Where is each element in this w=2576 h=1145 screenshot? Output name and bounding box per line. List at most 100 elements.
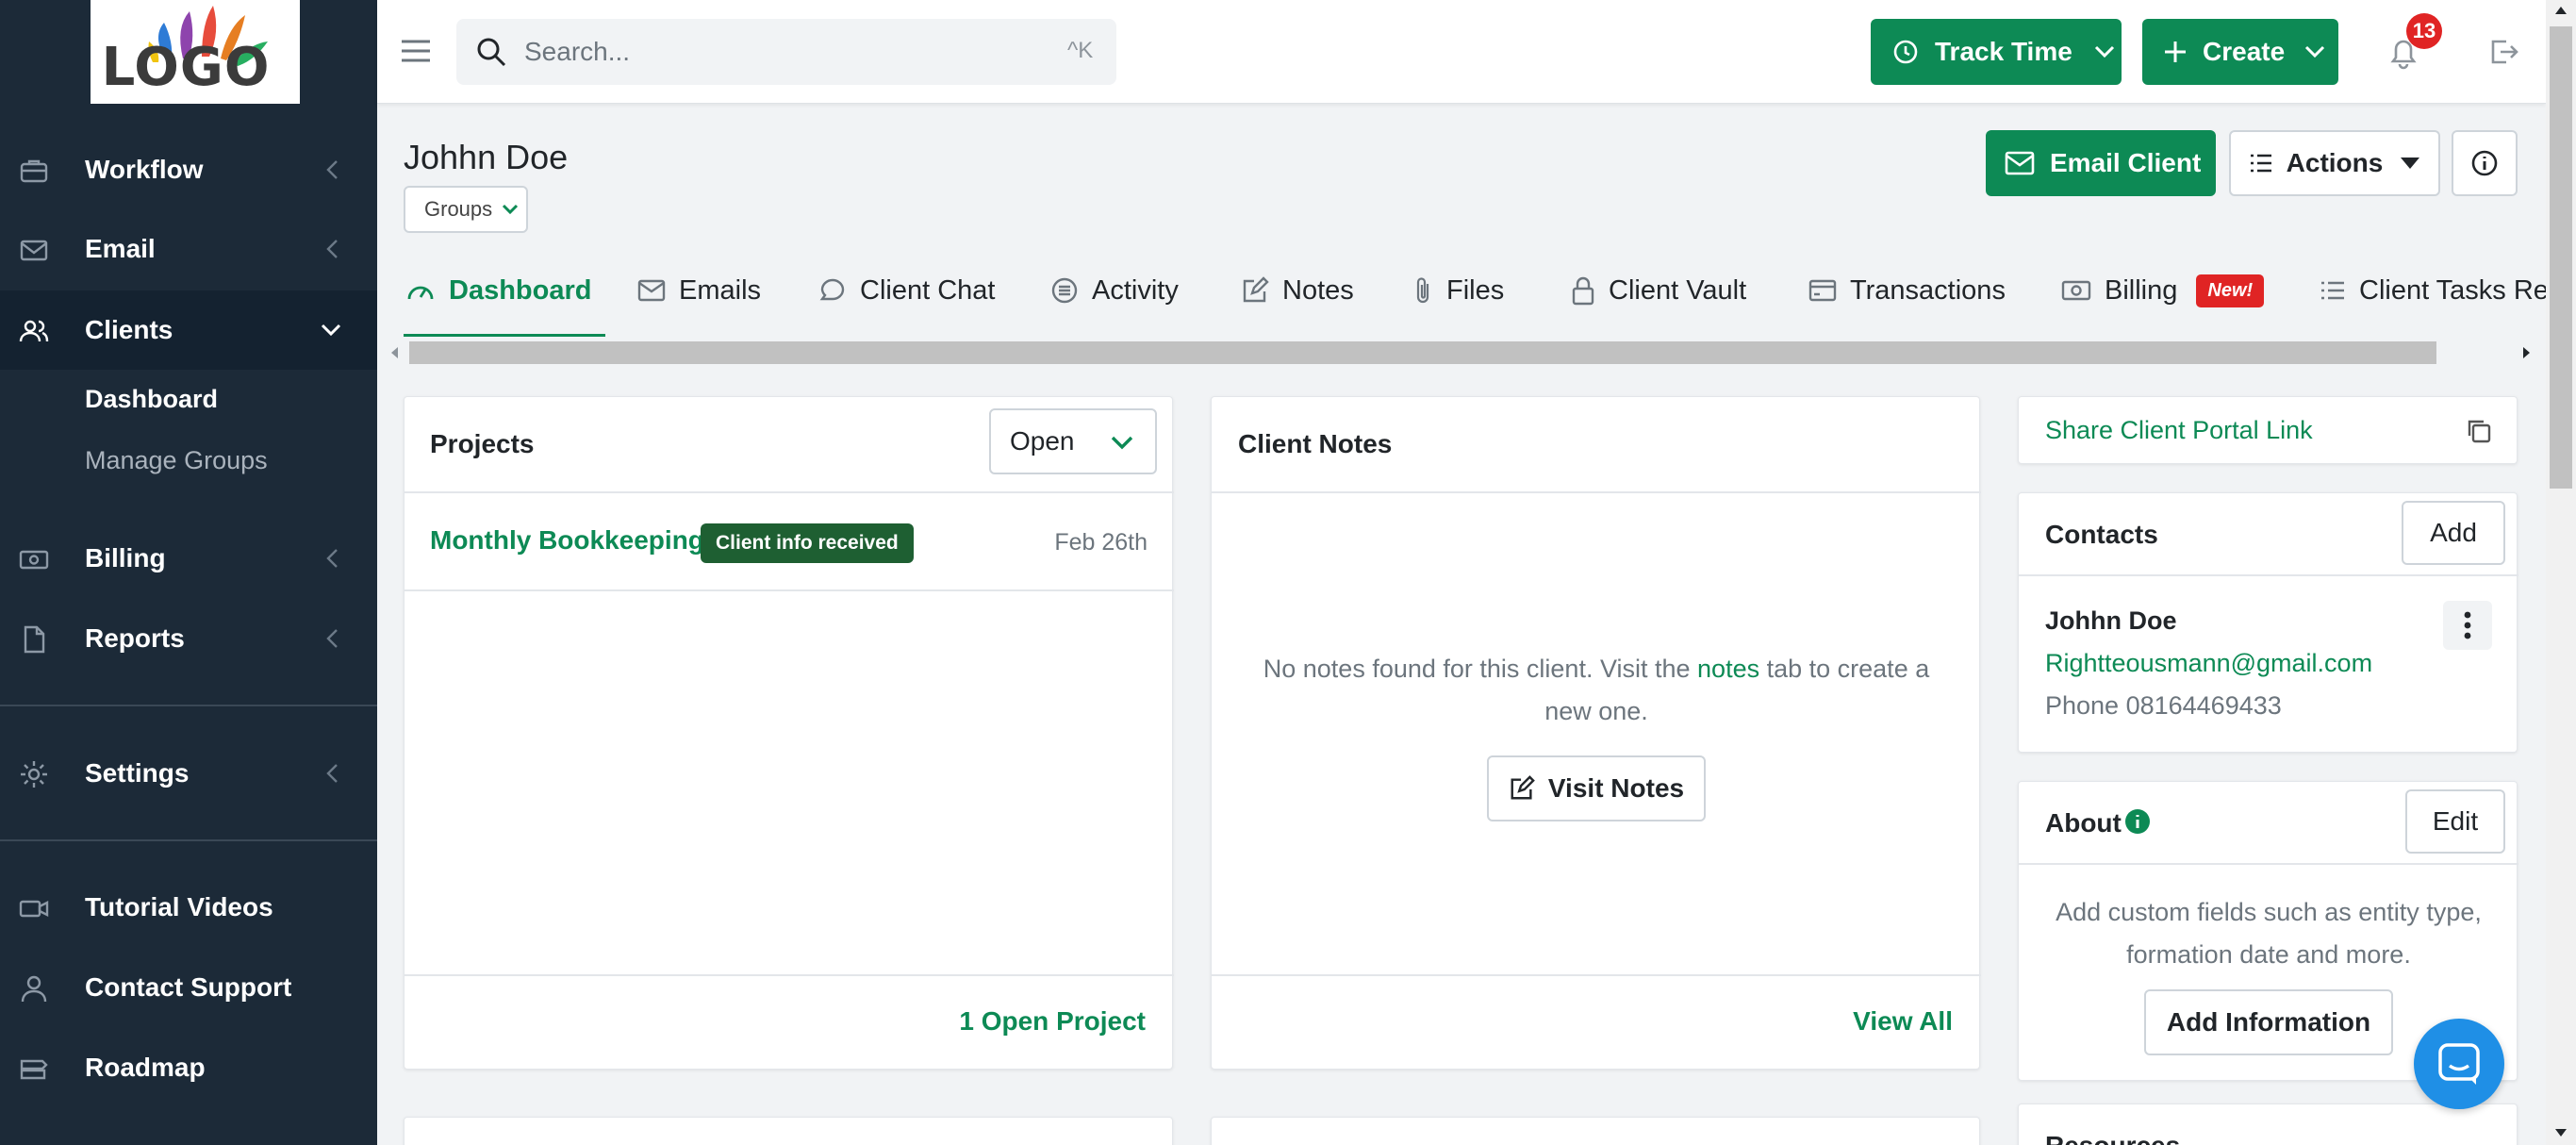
tab-label: Client Vault — [1609, 274, 1747, 306]
sidebar-subitem-dashboard[interactable]: Dashboard — [85, 385, 218, 414]
project-name-link[interactable]: Monthly Bookkeeping — [430, 525, 704, 556]
about-text-line1: Add custom fields such as entity type, — [2056, 898, 2482, 926]
paperclip-icon — [1416, 277, 1429, 304]
tab-scrollbar[interactable] — [387, 338, 2536, 368]
scroll-right-icon[interactable] — [2519, 345, 2533, 360]
create-label: Create — [2203, 37, 2286, 66]
sidebar-item-contact-support[interactable]: Contact Support — [0, 948, 377, 1027]
tab-files[interactable]: Files — [1412, 247, 1504, 334]
gauge-icon — [407, 286, 434, 300]
copy-icon[interactable] — [2466, 418, 2492, 444]
groups-dropdown[interactable]: Groups — [404, 186, 528, 233]
sidebar-item-tutorial-videos[interactable]: Tutorial Videos — [0, 868, 377, 947]
video-icon — [19, 900, 49, 918]
info-icon — [2125, 809, 2150, 834]
sidebar-item-clients[interactable]: Clients — [0, 290, 377, 370]
tab-emails[interactable]: Emails — [637, 247, 761, 334]
about-empty-text: Add custom fields such as entity type, f… — [2019, 891, 2518, 976]
clock-icon — [1893, 40, 1918, 64]
divider — [1212, 491, 1981, 493]
sidebar-item-settings[interactable]: Settings — [0, 734, 377, 813]
info-button[interactable] — [2452, 130, 2518, 196]
resources-title: Resources — [2045, 1131, 2180, 1145]
live-chat-button[interactable] — [2414, 1019, 2504, 1109]
open-projects-link[interactable]: 1 Open Project — [959, 1006, 1146, 1037]
chevron-down-icon — [1111, 436, 1133, 450]
chevron-left-icon — [326, 549, 338, 568]
edit-about-button[interactable]: Edit — [2405, 789, 2505, 854]
roadmap-icon — [20, 1059, 48, 1080]
tab-transactions[interactable]: Transactions — [1808, 247, 2006, 334]
sidebar-item-label: Email — [85, 234, 156, 263]
sidebar-subitem-manage-groups[interactable]: Manage Groups — [85, 446, 268, 475]
contact-name: Johhn Doe — [2045, 606, 2177, 635]
money-icon — [19, 550, 49, 570]
tab-dashboard[interactable]: Dashboard — [405, 247, 591, 334]
envelope-icon — [637, 279, 666, 302]
email-client-button[interactable]: Email Client — [1986, 130, 2216, 196]
notification-badge: 13 — [2406, 13, 2442, 49]
scrollbar-thumb[interactable] — [2550, 26, 2572, 489]
divider — [2019, 574, 2518, 576]
chevron-down-icon — [2094, 45, 2114, 58]
sidebar-item-label: Workflow — [85, 155, 204, 184]
table-row[interactable]: Monthly Bookkeeping Client info received… — [405, 493, 1174, 589]
notes-tab-link[interactable]: notes — [1697, 655, 1759, 683]
sidebar-divider — [0, 705, 377, 706]
visit-notes-button[interactable]: Visit Notes — [1487, 755, 1706, 821]
search-shortcut: ^K — [1067, 38, 1094, 63]
track-time-button[interactable]: Track Time — [1871, 19, 2122, 85]
list-icon — [2321, 281, 2344, 300]
file-icon — [24, 625, 45, 654]
tab-label: Activity — [1092, 274, 1179, 306]
visit-notes-label: Visit Notes — [1547, 773, 1685, 803]
tab-billing[interactable]: Billing New! — [2061, 247, 2265, 334]
projects-filter-select[interactable]: Open — [989, 408, 1157, 474]
tab-client-chat[interactable]: Client Chat — [818, 247, 995, 334]
page-scrollbar[interactable] — [2546, 0, 2576, 1145]
scroll-up-icon[interactable] — [2553, 4, 2568, 17]
search-input[interactable]: Search... — [456, 19, 1116, 85]
logout-icon[interactable] — [2489, 38, 2519, 66]
activity-icon — [1051, 277, 1078, 304]
empty-text-pre: No notes found for this client. Visit th… — [1263, 655, 1691, 683]
scroll-down-icon[interactable] — [2553, 1126, 2568, 1139]
view-all-notes-link[interactable]: View All — [1853, 1006, 1953, 1037]
envelope-icon — [20, 240, 48, 261]
scroll-left-icon[interactable] — [388, 345, 402, 360]
actions-dropdown[interactable]: Actions — [2229, 130, 2440, 196]
divider — [2019, 863, 2518, 865]
status-badge: Client info received — [701, 523, 914, 563]
contact-email-link[interactable]: Rightteousmann@gmail.com — [2045, 649, 2372, 678]
chevron-left-icon — [326, 160, 338, 179]
sidebar-item-workflow[interactable]: Workflow — [0, 130, 377, 209]
sidebar-item-billing[interactable]: Billing — [0, 519, 377, 598]
share-portal-link[interactable]: Share Client Portal Link — [2045, 416, 2313, 445]
empty-text-line2: new one. — [1544, 697, 1648, 725]
about-title: About — [2045, 808, 2122, 838]
lock-icon — [1572, 276, 1594, 306]
scrollbar-thumb[interactable] — [409, 341, 2436, 364]
envelope-icon — [2005, 151, 2035, 175]
create-button[interactable]: Create — [2142, 19, 2338, 85]
tab-label: Files — [1446, 274, 1505, 306]
sidebar-item-email[interactable]: Email — [0, 209, 377, 289]
add-information-button[interactable]: Add Information — [2144, 989, 2393, 1055]
tab-client-tasks[interactable]: Client Tasks Re — [2320, 247, 2546, 334]
tab-label: Transactions — [1850, 274, 2006, 306]
share-portal-card[interactable]: Share Client Portal Link — [2018, 396, 2518, 464]
sidebar-item-roadmap[interactable]: Roadmap — [0, 1028, 377, 1107]
add-contact-button[interactable]: Add — [2402, 501, 2505, 565]
projects-card: Projects Open Monthly Bookkeeping Client… — [404, 396, 1174, 1070]
client-notes-card: Client Notes No notes found for this cli… — [1211, 396, 1981, 1070]
tab-client-vault[interactable]: Client Vault — [1571, 247, 1746, 334]
divider — [405, 974, 1174, 976]
tab-activity[interactable]: Activity — [1050, 247, 1179, 334]
logo[interactable]: LOGO — [91, 0, 300, 104]
sidebar-item-reports[interactable]: Reports — [0, 599, 377, 678]
edit-icon — [1511, 775, 1535, 800]
hamburger-menu-icon[interactable] — [400, 38, 432, 64]
tab-notes[interactable]: Notes — [1241, 247, 1354, 334]
active-tab-indicator — [404, 334, 605, 337]
contact-options-button[interactable] — [2443, 601, 2492, 650]
